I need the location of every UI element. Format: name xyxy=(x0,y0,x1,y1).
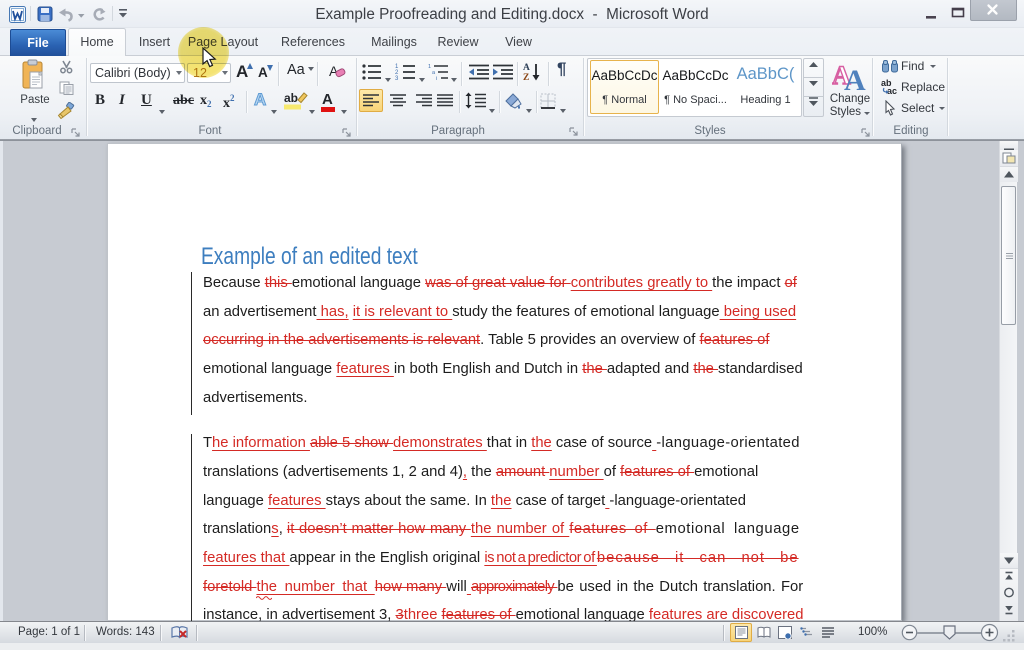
svg-text:A: A xyxy=(523,63,530,73)
svg-text:ac: ac xyxy=(887,86,897,94)
svg-text:A: A xyxy=(844,64,866,92)
svg-text:1: 1 xyxy=(428,64,431,70)
svg-text:3: 3 xyxy=(395,76,399,81)
svg-text:ab: ab xyxy=(284,91,298,105)
svg-text:i: i xyxy=(436,76,437,81)
svg-text:Z: Z xyxy=(523,73,529,82)
